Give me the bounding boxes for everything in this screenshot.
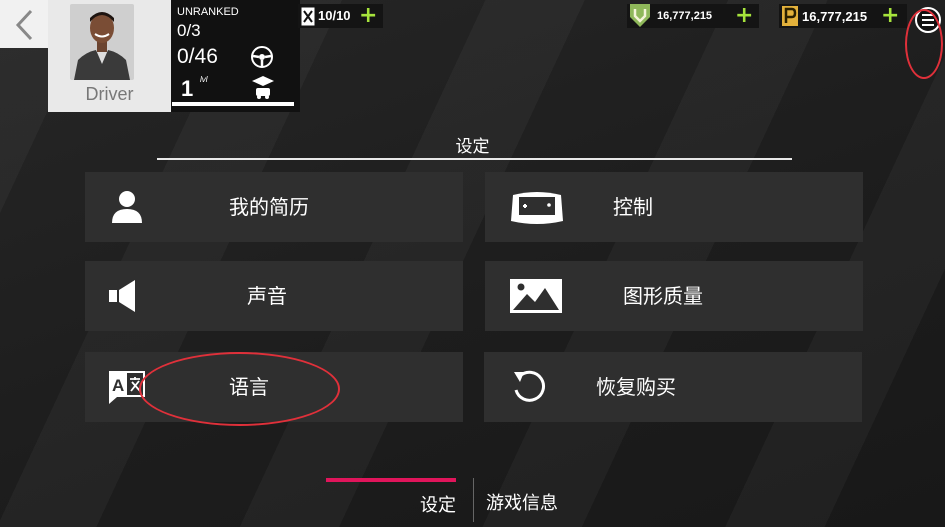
active-tab-indicator (326, 478, 456, 482)
level-unit: lvl (200, 75, 208, 84)
tab-game-info[interactable]: 游戏信息 (486, 489, 558, 515)
tile-label: 图形质量 (623, 284, 703, 308)
add-fuel-button[interactable]: + (359, 5, 377, 27)
tile-label: 恢复购买 (596, 375, 676, 399)
level-progress-bar (172, 102, 294, 106)
image-icon (509, 261, 563, 331)
add-tokens-button[interactable]: + (735, 5, 753, 27)
credits-value: 16,777,215 (802, 9, 868, 24)
person-icon (110, 172, 144, 242)
tile-graphics-quality[interactable]: 图形质量 (485, 261, 863, 331)
rank-label: UNRANKED (177, 6, 239, 18)
tile-label: 我的简历 (229, 195, 309, 219)
menu-annotation-circle (905, 9, 943, 79)
tile-label: 声音 (247, 284, 287, 308)
tile-sound[interactable]: 声音 (85, 261, 463, 331)
fuel-card-icon (301, 7, 315, 26)
tokens-value: 16,777,215 (657, 10, 713, 22)
restore-icon (510, 352, 548, 422)
tile-restore-purchases[interactable]: 恢复购买 (484, 352, 862, 422)
tab-settings[interactable]: 设定 (420, 491, 456, 517)
credits-coin-icon (782, 6, 798, 26)
tile-my-profile[interactable]: 我的简历 (85, 172, 463, 242)
token-shield-icon (630, 4, 650, 27)
settings-title: 设定 (455, 137, 490, 157)
gamepad-icon (509, 172, 565, 242)
add-credits-button[interactable]: + (881, 5, 899, 27)
language-annotation-circle (139, 352, 340, 426)
rank-count: 0/3 (177, 21, 201, 40)
tile-label: 控制 (613, 195, 653, 219)
driver-name: Driver (85, 84, 134, 104)
fuel-value: 10/10 (318, 8, 351, 23)
chevron-left-icon (15, 9, 33, 41)
steering-wheel-icon (251, 46, 273, 68)
speaker-icon (107, 261, 137, 331)
level-number: 1 (181, 76, 194, 101)
xp-count: 0/46 (177, 45, 218, 68)
avatar[interactable] (70, 4, 134, 80)
tile-controls[interactable]: 控制 (485, 172, 863, 242)
tab-divider (473, 478, 474, 522)
svg-text:A: A (112, 376, 124, 395)
graduation-car-icon (252, 76, 274, 99)
back-button[interactable] (0, 0, 48, 48)
title-divider (157, 158, 792, 160)
